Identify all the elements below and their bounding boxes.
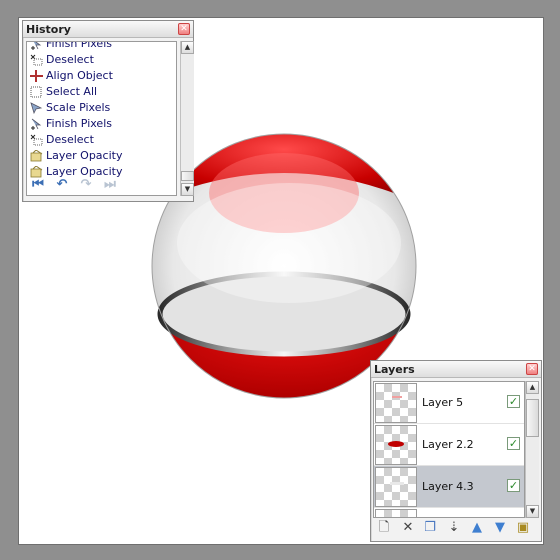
- layers-list[interactable]: Layer 5 ✓ Layer 2.2 ✓ Layer 4.3 ✓: [373, 381, 525, 518]
- history-title-text: History: [26, 23, 71, 36]
- add-layer-icon[interactable]: 🗋: [375, 519, 393, 537]
- move-layer-down-icon[interactable]: ▼: [491, 519, 509, 537]
- merge-layer-down-icon[interactable]: ⇣: [445, 519, 463, 537]
- deselect-icon: [30, 134, 43, 146]
- layer-properties-icon[interactable]: ▣: [514, 519, 532, 537]
- history-toolbar: ⏮ ↶ ↷ ⏭: [26, 177, 192, 197]
- close-icon[interactable]: ✕: [526, 363, 538, 375]
- finish-pixels-icon: [31, 118, 42, 130]
- layer-visibility-checkbox[interactable]: ✓: [507, 395, 520, 408]
- history-item[interactable]: Deselect: [27, 52, 176, 68]
- history-item[interactable]: Finish Pixels: [27, 116, 176, 132]
- layer-row[interactable]: Layer 5 ✓: [374, 382, 524, 424]
- last-step-icon[interactable]: ⏭: [102, 177, 118, 193]
- layer-row[interactable]: Layer 2.2 ✓: [374, 424, 524, 466]
- move-layer-up-icon[interactable]: ▲: [468, 519, 486, 537]
- history-item[interactable]: Layer Opacity: [27, 148, 176, 164]
- layer-name: Layer 2.2: [422, 438, 474, 451]
- layers-panel-title: Layers ✕: [371, 361, 541, 378]
- history-item[interactable]: Scale Pixels: [27, 100, 176, 116]
- history-item[interactable]: Finish Pixels: [27, 42, 176, 52]
- first-step-icon[interactable]: ⏮: [30, 177, 46, 193]
- layer-thumbnail: [375, 425, 417, 465]
- scroll-thumb[interactable]: [526, 399, 539, 437]
- layer-visibility-checkbox[interactable]: ✓: [507, 479, 520, 492]
- scroll-down-icon[interactable]: ▼: [526, 505, 539, 518]
- delete-layer-icon[interactable]: ✕: [399, 519, 417, 537]
- layers-scrollbar[interactable]: ▲ ▼: [525, 381, 539, 518]
- layer-name: Layer 4.3: [422, 480, 474, 493]
- select-all-icon: [30, 86, 42, 98]
- undo-icon[interactable]: ↶: [54, 177, 70, 193]
- finish-pixels-icon: [31, 42, 42, 50]
- layer-row[interactable]: Layer 4.3 ✓: [374, 466, 524, 508]
- layer-thumbnail: [375, 509, 417, 517]
- history-item[interactable]: Align Object: [27, 68, 176, 84]
- layer-name: Layer 5: [422, 396, 464, 409]
- layer-row[interactable]: [374, 508, 524, 517]
- layer-thumbnail: [375, 467, 417, 507]
- deselect-icon: [30, 54, 43, 66]
- history-item[interactable]: Select All: [27, 84, 176, 100]
- history-item[interactable]: Deselect: [27, 132, 176, 148]
- layers-toolbar: 🗋 ✕ ❐ ⇣ ▲ ▼ ▣: [373, 519, 539, 539]
- layer-properties-icon: [30, 150, 43, 162]
- history-scrollbar[interactable]: ▲ ▼: [180, 41, 194, 196]
- layer-visibility-checkbox[interactable]: ✓: [507, 437, 520, 450]
- scale-pixels-icon: [30, 102, 43, 114]
- history-panel: History ✕ Finish Pixels Deselect Align O…: [22, 20, 194, 202]
- redo-icon[interactable]: ↷: [78, 177, 94, 193]
- history-panel-title: History ✕: [23, 21, 193, 38]
- align-object-icon: [30, 70, 43, 82]
- scroll-up-icon[interactable]: ▲: [526, 381, 539, 394]
- layer-thumbnail: [375, 383, 417, 423]
- duplicate-layer-icon[interactable]: ❐: [421, 519, 439, 537]
- layers-panel: Layers ✕ Layer 5 ✓ Layer 2.2 ✓ Layer 4.3…: [370, 360, 542, 542]
- scroll-up-icon[interactable]: ▲: [181, 41, 194, 54]
- history-list[interactable]: Finish Pixels Deselect Align Object Sele…: [26, 41, 177, 196]
- close-icon[interactable]: ✕: [178, 23, 190, 35]
- layers-title-text: Layers: [374, 363, 415, 376]
